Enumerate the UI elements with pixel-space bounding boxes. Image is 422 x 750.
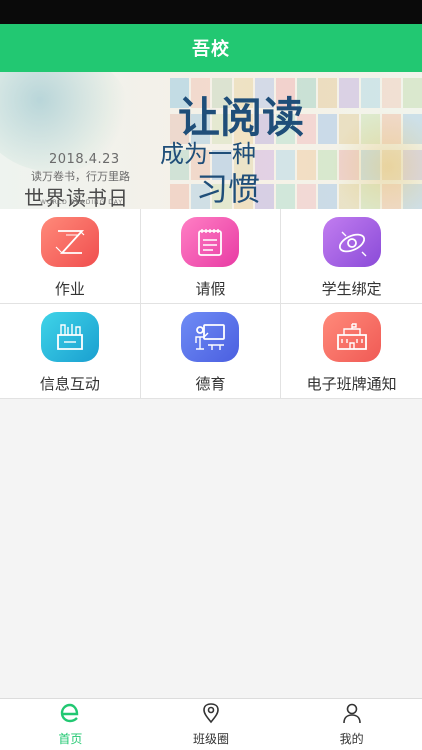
banner-date: 2018.4.23 bbox=[49, 152, 120, 167]
menu-label: 德育 bbox=[195, 375, 226, 393]
status-bar bbox=[0, 0, 422, 24]
flowers-illustration bbox=[322, 112, 422, 209]
menu-item-student-binding[interactable]: 学生绑定 bbox=[281, 209, 422, 304]
menu-label: 请假 bbox=[195, 280, 226, 298]
menu-label: 学生绑定 bbox=[321, 280, 382, 298]
leave-request-icon bbox=[181, 217, 240, 267]
menu-item-message-interaction[interactable]: 信息互动 bbox=[0, 304, 141, 399]
message-interaction-icon bbox=[40, 312, 99, 362]
menu-item-moral-education[interactable]: 德育 bbox=[140, 304, 282, 399]
bottom-tab-bar: 首页 班级圈 我的 bbox=[0, 698, 422, 750]
tab-label: 首页 bbox=[58, 732, 83, 746]
feature-grid: 作业 请假 学生绑定 信息互动 德育 电子班牌通知 bbox=[0, 209, 422, 399]
menu-label: 作业 bbox=[54, 280, 85, 298]
menu-label: 信息互动 bbox=[39, 375, 100, 393]
menu-label: 电子班牌通知 bbox=[306, 375, 397, 393]
tab-mine[interactable]: 我的 bbox=[281, 699, 422, 750]
tab-label: 我的 bbox=[339, 732, 364, 746]
home-e-icon bbox=[58, 702, 82, 728]
banner-title-english: WORLD READING DAY bbox=[40, 199, 124, 206]
menu-item-homework[interactable]: 作业 bbox=[0, 209, 141, 304]
menu-item-class-board-notice[interactable]: 电子班牌通知 bbox=[281, 304, 422, 399]
app-header: 吾校 bbox=[0, 24, 422, 72]
moral-education-icon bbox=[181, 312, 240, 362]
student-binding-icon bbox=[322, 217, 381, 267]
tab-label: 班级圈 bbox=[193, 732, 230, 746]
homework-icon bbox=[40, 217, 99, 267]
banner-slogan-line-3: 习惯 bbox=[196, 170, 261, 208]
tab-class-circle[interactable]: 班级圈 bbox=[141, 699, 282, 750]
profile-icon bbox=[341, 702, 363, 728]
menu-item-leave[interactable]: 请假 bbox=[140, 209, 282, 304]
reading-day-banner[interactable]: 让阅读 成为一种 习惯 2018.4.23 读万卷书，行万里路 世界读书日 WO… bbox=[0, 72, 422, 209]
class-board-notice-icon bbox=[322, 312, 381, 362]
tab-home[interactable]: 首页 bbox=[0, 699, 141, 750]
location-pin-icon bbox=[200, 702, 222, 728]
page-title: 吾校 bbox=[192, 39, 230, 60]
